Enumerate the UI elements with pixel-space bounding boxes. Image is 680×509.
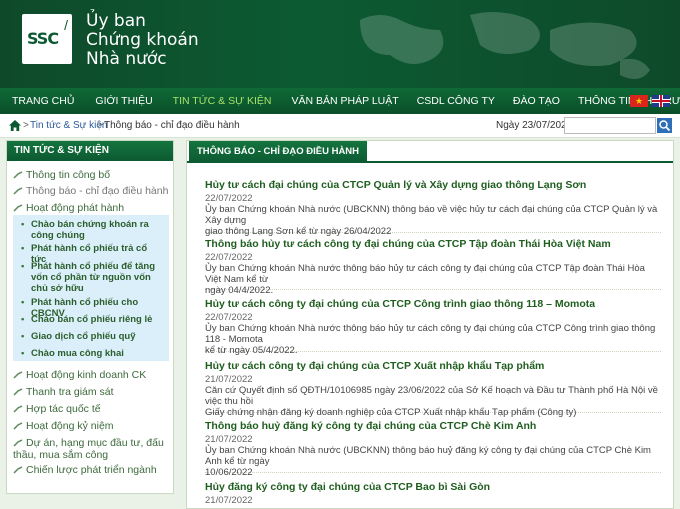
news-desc: Ủy ban Chứng khoán Nhà nước (UBCKNN) thô… — [205, 445, 651, 467]
tab-announcements[interactable]: THÔNG BÁO - CHỈ ĐẠO ĐIỀU HÀNH — [189, 141, 368, 163]
tab-bar: THÔNG BÁO - CHỈ ĐẠO ĐIỀU HÀNH — [187, 141, 673, 163]
sidebar: TIN TỨC & SỰ KIỆN Thông tin công bố Thôn… — [6, 140, 174, 494]
link-icon — [13, 439, 23, 447]
sidebar-item-label: Thông báo - chỉ đạo điều hành — [26, 185, 169, 197]
language-switcher: ★ — [630, 95, 670, 107]
breadcrumb-separator: > — [97, 120, 103, 131]
breadcrumb-current: Thông báo - chỉ đạo điều hành — [104, 120, 240, 131]
link-icon — [13, 466, 23, 474]
link-icon — [13, 388, 23, 396]
sidebar-item-label: Chiến lược phát triển ngành — [26, 464, 157, 476]
news-desc: Ủy ban Chứng khoán Nhà nước thông báo hủ… — [205, 263, 645, 285]
logo-line-1: Ủy ban — [86, 11, 146, 31]
nav-company-db[interactable]: CSDL CÔNG TY — [407, 88, 503, 114]
main-nav: TRANG CHỦ GIỚI THIỆU TIN TỨC & SỰ KIỆN V… — [0, 88, 680, 114]
news-item: Hủy tư cách công ty đại chúng của CTCP C… — [205, 298, 661, 356]
ssc-logo[interactable]: SSC / — [22, 14, 72, 64]
logo-slash-icon: / — [64, 17, 68, 33]
sidebar-item-label: Hoạt động kinh doanh CK — [26, 369, 147, 381]
nav-legal-docs[interactable]: VĂN BẢN PHÁP LUẬT — [280, 88, 407, 114]
news-title[interactable]: Hủy đăng ký công ty đại chúng của CTCP B… — [205, 481, 661, 494]
news-item: Thông báo hủy tư cách công ty đại chúng … — [205, 238, 661, 296]
link-icon — [13, 371, 23, 379]
link-icon — [13, 204, 23, 212]
news-date: 22/07/2022 — [205, 312, 253, 323]
sidebar-item-label: Dự án, hạng mục đầu tư, đấu thầu, mua sắ… — [13, 437, 164, 461]
submenu-item-capital-increase[interactable]: Phát hành cổ phiếu để tăng vốn cổ phần t… — [21, 261, 165, 294]
nav-about[interactable]: GIỚI THIỆU — [82, 88, 160, 114]
news-desc: Căn cứ Quyết định số QĐTH/10106985 ngày … — [205, 385, 658, 407]
link-icon — [13, 187, 23, 195]
link-icon — [13, 405, 23, 413]
news-desc: kể từ ngày 05/4/2022. — [205, 345, 298, 356]
sidebar-item-strategy[interactable]: Chiến lược phát triển ngành — [13, 464, 157, 476]
news-title[interactable]: Hủy tư cách công ty đại chúng của CTCP X… — [205, 360, 661, 373]
news-item: Hủy tư cách công ty đại chúng của CTCP X… — [205, 360, 661, 418]
page-background — [0, 494, 180, 509]
news-title[interactable]: Thông báo huỷ đăng ký công ty đại chúng … — [205, 420, 661, 433]
sidebar-item-label: Hoạt động kỷ niệm — [26, 420, 114, 432]
news-date: 22/07/2022 — [205, 252, 253, 263]
nav-training[interactable]: ĐÀO TẠO — [503, 88, 568, 114]
news-desc: Ủy ban Chứng khoán Nhà nước (UBCKNN) thô… — [205, 204, 658, 226]
logo-line-3: Nhà nước — [86, 49, 167, 69]
sidebar-item-securities-business[interactable]: Hoạt động kinh doanh CK — [13, 369, 146, 381]
sidebar-item-disclosures[interactable]: Thông tin công bố — [13, 169, 110, 181]
sidebar-item-issuance[interactable]: Hoạt động phát hành — [13, 202, 124, 214]
nav-news[interactable]: TIN TỨC & SỰ KIỆN — [161, 88, 280, 114]
sidebar-item-anniversary[interactable]: Hoạt động kỷ niệm — [13, 420, 114, 432]
submenu-item-private-placement[interactable]: Chào bán cổ phiếu riêng lẻ — [21, 314, 165, 325]
breadcrumb-bar: > Tin tức & Sự kiện > Thông báo - chỉ đạ… — [0, 114, 680, 138]
sidebar-title: TIN TỨC & SỰ KIỆN — [7, 141, 173, 161]
sidebar-item-label: Hợp tác quốc tế — [26, 403, 101, 415]
main-content: THÔNG BÁO - CHỈ ĐẠO ĐIỀU HÀNH Hủy tư các… — [186, 140, 674, 509]
news-title[interactable]: Hủy tư cách công ty đại chúng của CTCP C… — [205, 298, 661, 311]
sidebar-item-label: Hoạt động phát hành — [26, 202, 125, 214]
vietnam-flag-icon[interactable]: ★ — [630, 95, 648, 107]
news-item: Thông báo huỷ đăng ký công ty đại chúng … — [205, 420, 661, 478]
sidebar-item-label: Thông tin công bố — [26, 169, 111, 181]
news-date: 22/07/2022 — [205, 193, 253, 204]
news-desc: ngày 04/4/2022. — [205, 285, 274, 296]
link-icon — [13, 171, 23, 179]
logo-line-2: Chứng khoán — [86, 30, 199, 50]
nav-home[interactable]: TRANG CHỦ — [0, 88, 82, 114]
current-date: Ngày 23/07/2022 — [496, 120, 573, 131]
news-title[interactable]: Thông báo hủy tư cách công ty đại chúng … — [205, 238, 661, 251]
news-date: 21/07/2022 — [205, 434, 253, 445]
submenu-item-tender-offer[interactable]: Chào mua công khai — [21, 348, 165, 359]
news-title[interactable]: Hủy tư cách đại chúng của CTCP Quản lý v… — [205, 179, 661, 192]
breadcrumb-separator: > — [23, 120, 29, 131]
link-icon — [13, 422, 23, 430]
search-input[interactable] — [564, 117, 656, 134]
news-desc: Ủy ban Chứng khoán Nhà nước thông báo hủ… — [205, 323, 656, 345]
news-item: Hủy tư cách đại chúng của CTCP Quản lý v… — [205, 179, 661, 237]
news-date: 21/07/2022 — [205, 495, 253, 506]
news-item: Hủy đăng ký công ty đại chúng của CTCP B… — [205, 481, 661, 508]
submenu-item-public-offering[interactable]: Chào bán chứng khoán ra công chúng — [21, 219, 165, 241]
sidebar-item-inspection[interactable]: Thanh tra giám sát — [13, 386, 114, 398]
sidebar-item-label: Thanh tra giám sát — [26, 386, 114, 398]
sidebar-item-international[interactable]: Hợp tác quốc tế — [13, 403, 101, 415]
logo-abbr: SSC — [27, 29, 59, 48]
submenu-item-treasury-shares[interactable]: Giao dịch cổ phiếu quỹ — [21, 331, 165, 342]
issuance-submenu: Chào bán chứng khoán ra công chúng Phát … — [13, 215, 169, 361]
site-header: SSC / Ủy ban Chứng khoán Nhà nước — [0, 0, 680, 88]
news-desc: Giấy chứng nhận đăng ký doanh nghiệp của… — [205, 407, 577, 418]
news-desc: giao thông Lạng Sơn kể từ ngày 26/04/202… — [205, 226, 392, 237]
news-date: 21/07/2022 — [205, 374, 253, 385]
sidebar-item-announcements[interactable]: Thông báo - chỉ đạo điều hành — [13, 185, 168, 197]
home-icon[interactable] — [8, 119, 22, 132]
sidebar-item-procurement[interactable]: Dự án, hạng mục đầu tư, đấu thầu, mua sắ… — [13, 437, 168, 461]
uk-flag-icon[interactable] — [652, 95, 670, 107]
world-map-decoration — [360, 11, 650, 80]
breadcrumb-news[interactable]: Tin tức & Sự kiện — [30, 120, 108, 131]
news-desc: 10/06/2022 — [205, 467, 253, 478]
search-icon[interactable] — [657, 118, 672, 133]
